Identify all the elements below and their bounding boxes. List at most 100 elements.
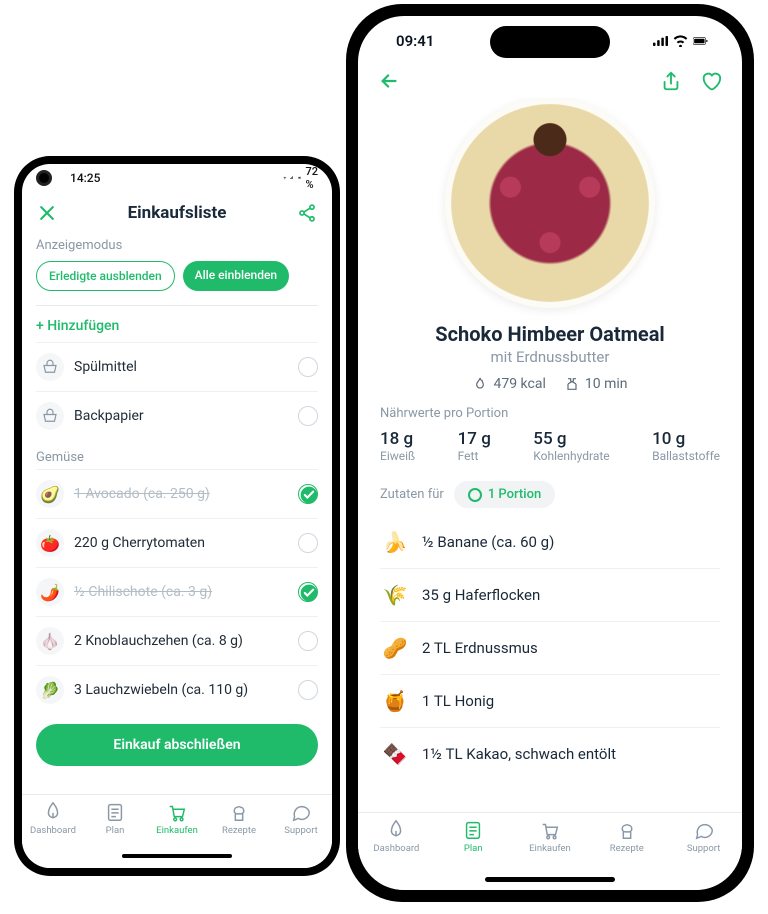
tab-label: Plan [106, 825, 125, 836]
nutrition-name: Kohlenhydrate [533, 449, 609, 463]
ingredient-row: 🌾 35 g Haferflocken [380, 568, 720, 621]
ingredient-label: ½ Banane (ca. 60 g) [422, 533, 554, 551]
chip-show-all[interactable]: Alle einblenden [183, 261, 289, 291]
recipe-meta: 479 kcal 10 min [380, 376, 720, 392]
ingredient-label: 35 g Haferflocken [422, 586, 540, 604]
tab-plan[interactable]: Plan [444, 819, 502, 854]
list-item[interactable]: 🧄 2 Knoblauchzehen (ca. 8 g) [36, 616, 318, 665]
item-thumb: 🥬 [36, 676, 64, 704]
list-item[interactable]: 🥑1 Avocado (ca. 250 g) [36, 469, 318, 518]
nutrition-value: 17 g [458, 429, 491, 449]
checkbox[interactable] [298, 484, 318, 504]
checkbox[interactable] [298, 631, 318, 651]
flame-icon [472, 376, 488, 392]
list-item[interactable]: 🍅220 g Cherrytomaten [36, 518, 318, 567]
chip-hide-done[interactable]: Erledigte ausblenden [36, 261, 175, 291]
app-header: Einkaufsliste [22, 192, 332, 230]
tab-bar: Dashboard Plan Einkaufen Rezepte Support [358, 812, 742, 890]
status-time: 09:41 [396, 32, 434, 50]
status-bar: 14:25 72 % [22, 164, 332, 192]
status-time: 14:25 [70, 171, 100, 185]
tab-support[interactable]: Support [272, 801, 330, 836]
tab-rezepte[interactable]: Rezepte [210, 801, 268, 836]
shopping-list-body: Anzeigemodus Erledigte ausblenden Alle e… [22, 230, 332, 794]
timer-icon [564, 376, 580, 392]
checkbox[interactable] [298, 582, 318, 602]
ingredient-label: 1 TL Honig [422, 692, 494, 710]
tab-label: Rezepte [222, 825, 256, 836]
close-icon[interactable] [36, 202, 58, 224]
list-item[interactable]: 🌶️ ½ Chilischote (ca. 3 g) [36, 567, 318, 616]
ingredient-row: 🍯 1 TL Honig [380, 674, 720, 727]
nutrition-cell: 55 gKohlenhydrate [533, 429, 609, 463]
time-meta: 10 min [564, 376, 628, 392]
item-label: 2 Knoblauchzehen (ca. 8 g) [74, 633, 243, 649]
list-item[interactable]: 🥬 3 Lauchzwiebeln (ca. 110 g) [36, 665, 318, 714]
nutrition-cell: 18 gEiweiß [380, 429, 415, 463]
kcal-meta: 479 kcal [472, 376, 545, 392]
basket-icon [36, 353, 64, 381]
tab-einkaufen[interactable]: Einkaufen [148, 801, 206, 836]
list-item[interactable]: Spülmittel [36, 342, 318, 391]
ingredient-label: 2 TL Erdnussmus [422, 639, 538, 657]
ingredient-thumb: 🥜 [380, 633, 410, 663]
tab-rezepte[interactable]: Rezepte [598, 819, 656, 854]
tab-label: Support [284, 825, 318, 836]
ingredient-row: 🍫1½ TL Kakao, schwach entölt [380, 727, 720, 780]
nutrition-name: Eiweiß [380, 449, 415, 463]
item-label: 1 Avocado (ca. 250 g) [74, 486, 210, 502]
signal-icon [653, 35, 668, 47]
finish-shopping-button[interactable]: Einkauf abschließen [36, 724, 318, 766]
tab-label: Dashboard [30, 825, 76, 836]
ingredient-thumb: 🌾 [380, 580, 410, 610]
nutrition-name: Ballaststoffe [652, 449, 720, 463]
android-phone-frame: 14:25 72 % Einkaufsliste Anzeigemodus Er… [14, 156, 340, 876]
share-icon[interactable] [296, 202, 318, 224]
nutrition-cell: 17 gFett [458, 429, 491, 463]
ingredients-label: Zutaten für 1 Portion [380, 481, 720, 508]
checkbox[interactable] [298, 533, 318, 553]
ingredient-row: 🍌 ½ Banane (ca. 60 g) [380, 516, 720, 568]
list-item[interactable]: Backpapier [36, 391, 318, 440]
item-label: 220 g Cherrytomaten [74, 535, 205, 551]
iphone-frame: 09:41 Schoko Himbeer Oatmeal [346, 4, 754, 902]
item-thumb: 🌶️ [36, 578, 64, 606]
checkbox[interactable] [298, 406, 318, 426]
favorite-icon[interactable] [700, 70, 722, 92]
ingredient-thumb: 🍌 [380, 527, 410, 557]
tab-label: Einkaufen [156, 825, 198, 836]
nutrition-label: Nährwerte pro Portion [380, 406, 720, 421]
ingredient-thumb: 🍯 [380, 686, 410, 716]
tab-bar: Dashboard Plan Einkaufen Rezepte Support [22, 794, 332, 868]
front-camera [36, 170, 52, 186]
tab-label: Einkaufen [529, 843, 571, 854]
add-item-button[interactable]: + Hinzufügen [36, 310, 318, 342]
checkbox[interactable] [298, 357, 318, 377]
item-label: ½ Chilischote (ca. 3 g) [74, 584, 212, 600]
tab-support[interactable]: Support [675, 819, 733, 854]
nutrition-row: 18 gEiweiß17 gFett55 gKohlenhydrate10 gB… [380, 429, 720, 463]
tab-dashboard[interactable]: Dashboard [367, 819, 425, 854]
signal-icon [290, 176, 294, 180]
back-icon[interactable] [378, 70, 400, 92]
tab-einkaufen[interactable]: Einkaufen [521, 819, 579, 854]
recipe-header [358, 66, 742, 98]
share-icon[interactable] [660, 70, 682, 92]
tab-dashboard[interactable]: Dashboard [24, 801, 82, 836]
target-icon [468, 488, 482, 502]
category-label: Gemüse [36, 450, 318, 465]
nutrition-value: 18 g [380, 429, 415, 449]
tab-plan[interactable]: Plan [86, 801, 144, 836]
ingredient-row: 🥜 2 TL Erdnussmus [380, 621, 720, 674]
tab-label: Rezepte [610, 843, 644, 854]
item-label: Spülmittel [74, 359, 137, 375]
dynamic-island [490, 26, 610, 58]
portion-selector[interactable]: 1 Portion [454, 481, 555, 508]
display-mode-label: Anzeigemodus [36, 238, 318, 253]
nutrition-value: 55 g [533, 429, 609, 449]
battery-icon [693, 35, 708, 47]
item-label: 3 Lauchzwiebeln (ca. 110 g) [74, 682, 248, 698]
tab-label: Plan [464, 843, 483, 854]
item-thumb: 🧄 [36, 627, 64, 655]
checkbox[interactable] [298, 680, 318, 700]
